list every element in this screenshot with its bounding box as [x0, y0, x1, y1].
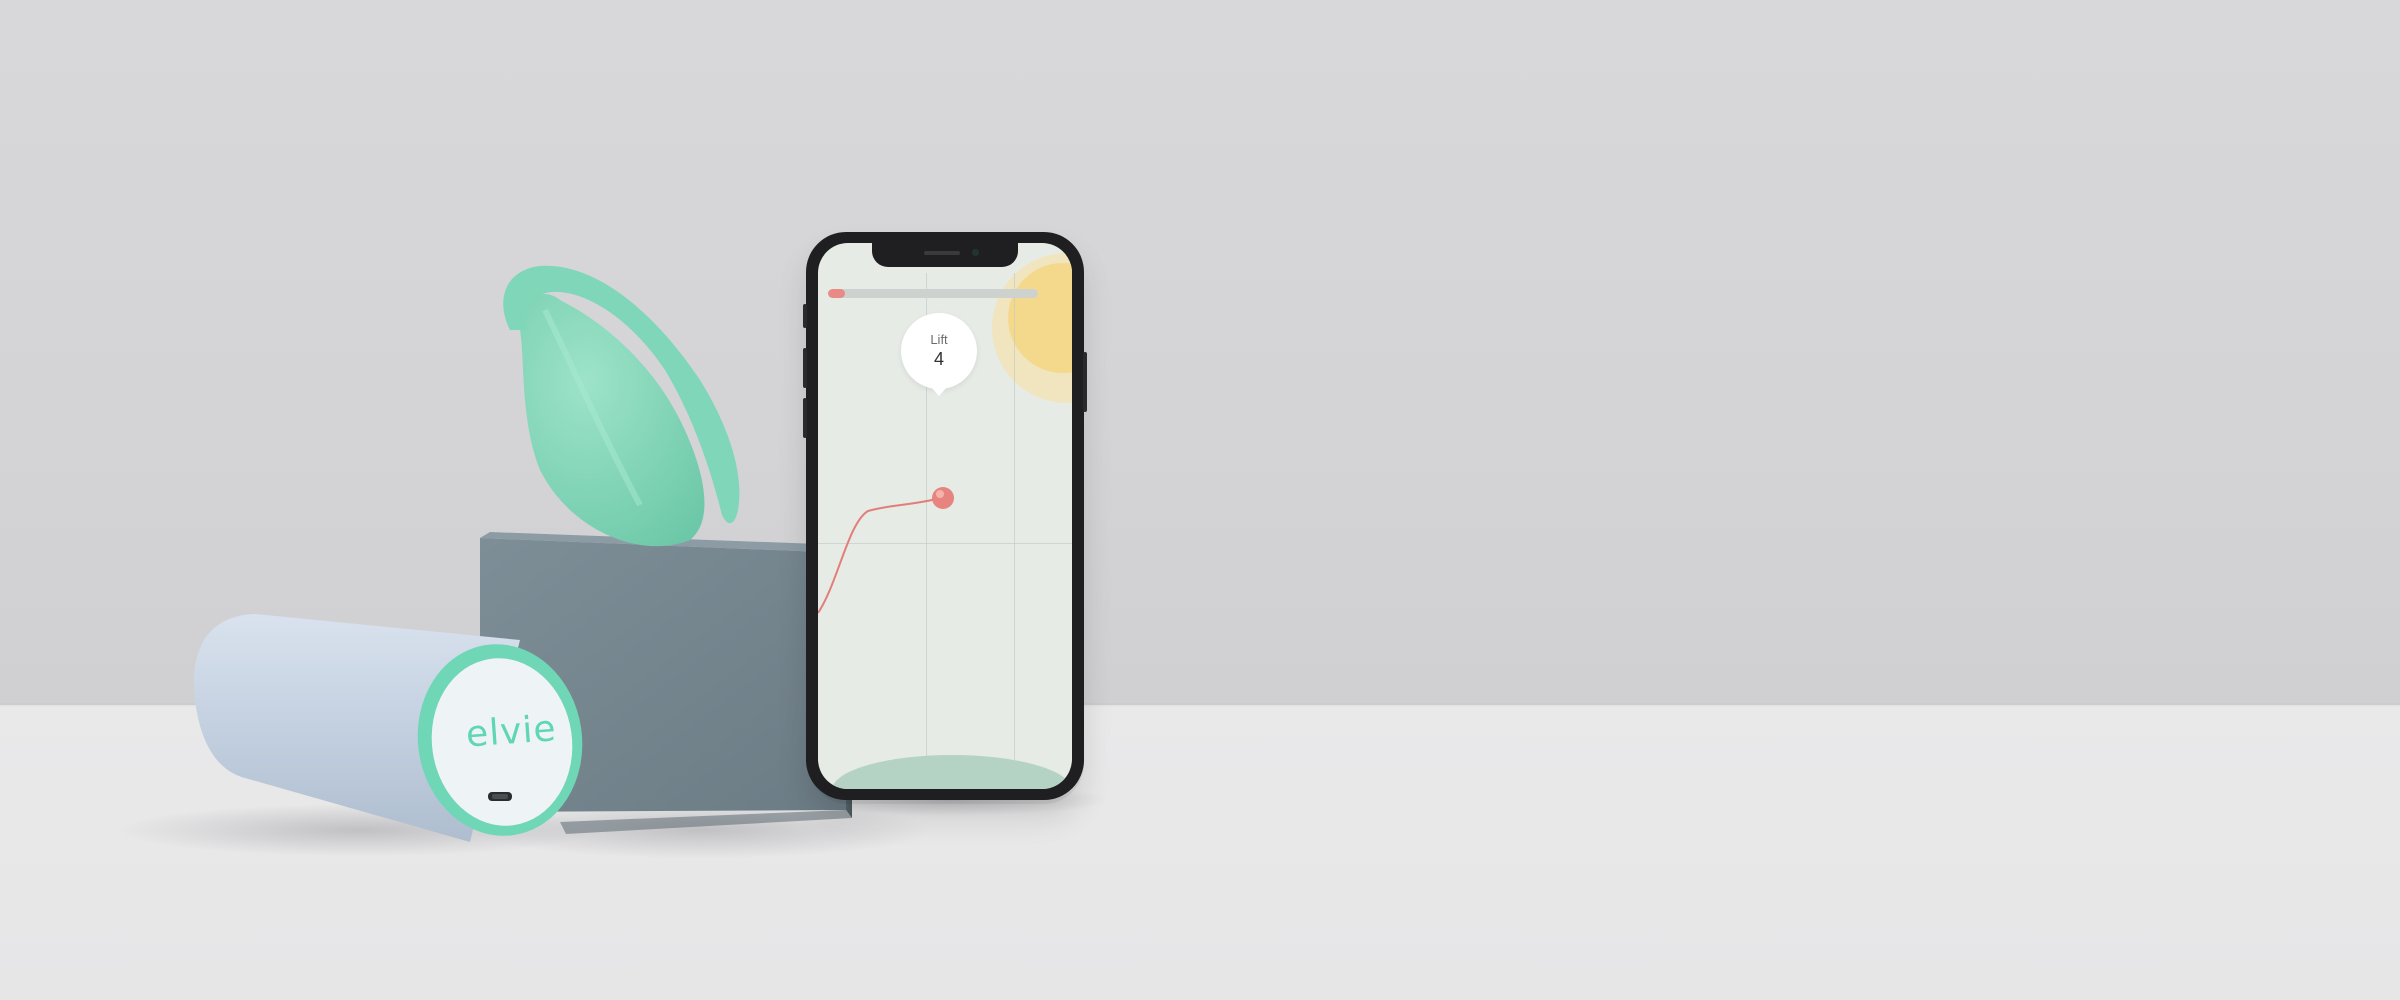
smartphone: Lift 4 — [803, 232, 1087, 800]
phone-side-button — [803, 304, 807, 328]
phone-volume-down — [803, 398, 807, 438]
app-screen: Lift 4 — [818, 243, 1072, 789]
product-scene: elvie Lift 4 — [0, 0, 2400, 1000]
session-progress-fill — [828, 289, 845, 298]
phone-volume-up — [803, 348, 807, 388]
lift-label: Lift — [930, 332, 948, 347]
lift-badge: Lift 4 — [901, 313, 977, 396]
brand-logo: elvie — [464, 708, 558, 756]
product-props — [120, 238, 1110, 858]
mint-trainer-device — [503, 265, 740, 547]
session-progress-bar — [828, 289, 1038, 298]
speaker-grille — [924, 251, 960, 255]
phone-notch — [872, 243, 1018, 267]
phone-power-button — [1083, 352, 1087, 412]
ball-marker — [932, 487, 954, 509]
lift-value: 4 — [933, 349, 944, 369]
camera-icon — [972, 249, 979, 256]
